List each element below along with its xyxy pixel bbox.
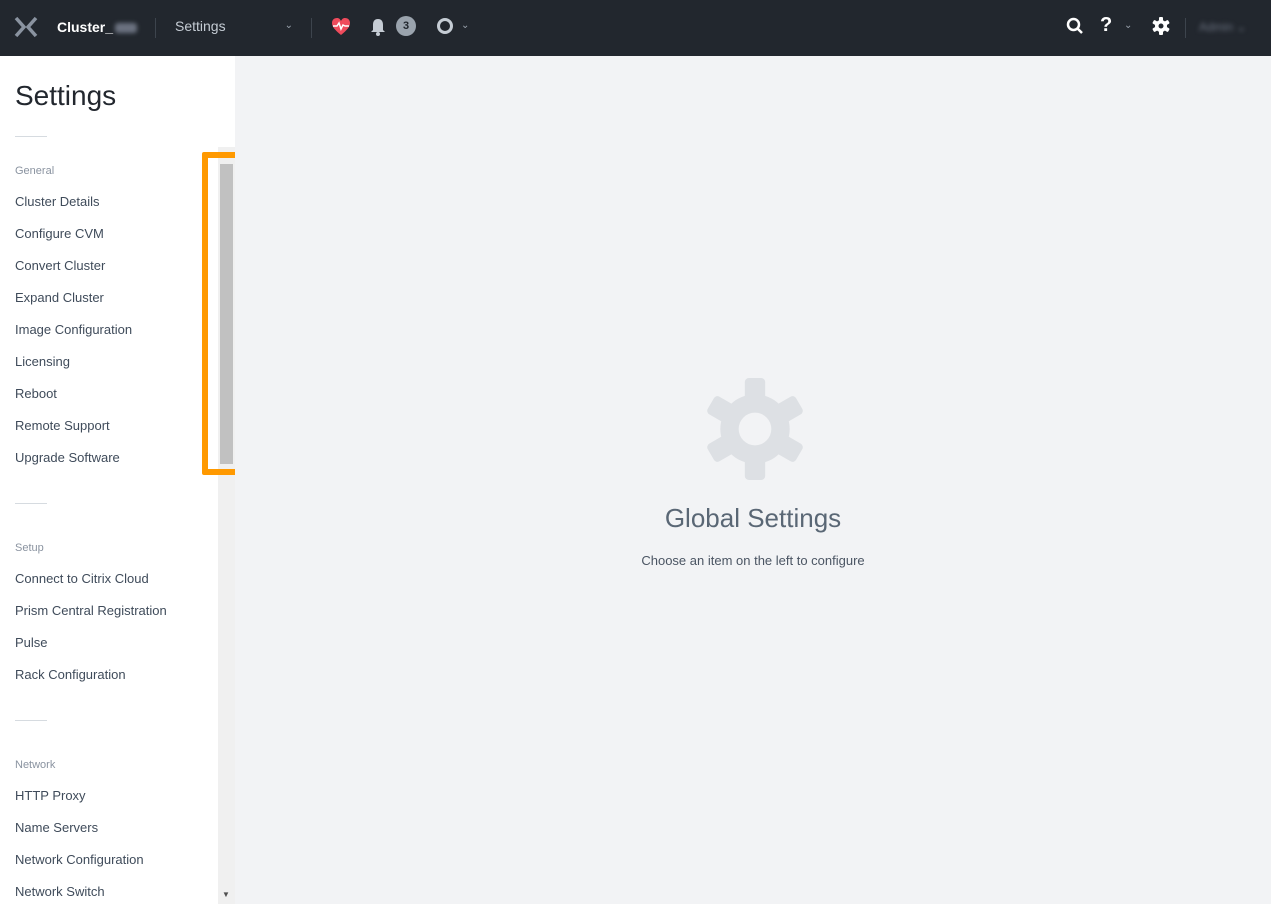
sidebar-item-network-switch[interactable]: Network Switch: [15, 884, 105, 899]
page-title: Settings: [15, 80, 117, 111]
sidebar-item-configure-cvm[interactable]: Configure CVM: [15, 226, 104, 241]
gear-icon[interactable]: [1151, 16, 1171, 36]
empty-state-subtitle: Choose an item on the left to configure: [641, 553, 865, 568]
sidebar-item-cluster-details[interactable]: Cluster Details: [15, 194, 100, 209]
sidebar-item-upgrade-software[interactable]: Upgrade Software: [15, 450, 120, 465]
cluster-name-text: Cluster_: [57, 19, 114, 35]
sidebar-item-licensing[interactable]: Licensing: [15, 354, 70, 369]
cluster-name[interactable]: Cluster_: [57, 19, 138, 35]
search-icon[interactable]: [1066, 17, 1084, 35]
chevron-down-icon: ⌄: [284, 20, 293, 31]
cluster-name-redacted: [115, 23, 138, 34]
section-label-setup: Setup: [15, 542, 44, 554]
question-icon[interactable]: ?: [1100, 14, 1112, 37]
main-nav-dropdown[interactable]: Settings ⌄: [175, 18, 295, 38]
sidebar-item-pulse[interactable]: Pulse: [15, 635, 48, 650]
chevron-down-icon[interactable]: ⌄: [1124, 20, 1132, 31]
gear-icon: [707, 378, 803, 480]
user-name: Admin: [1199, 20, 1234, 34]
section-divider: [15, 720, 47, 721]
header-divider: [155, 18, 156, 38]
sidebar-item-connect-citrix-cloud[interactable]: Connect to Citrix Cloud: [15, 571, 149, 586]
section-divider: [15, 136, 47, 137]
top-navigation-bar: Cluster_ Settings ⌄ 3 ⌄ ? ⌄ Admin ⌄: [0, 0, 1271, 56]
settings-sidebar: Settings General Cluster Details Configu…: [0, 56, 235, 904]
sidebar-item-prism-central-registration[interactable]: Prism Central Registration: [15, 603, 167, 618]
section-label-network: Network: [15, 759, 56, 771]
sidebar-item-remote-support[interactable]: Remote Support: [15, 418, 110, 433]
alerts-count-badge[interactable]: 3: [396, 16, 416, 36]
sidebar-item-network-configuration[interactable]: Network Configuration: [15, 852, 144, 867]
section-label-general: General: [15, 165, 55, 177]
main-content: Global Settings Choose an item on the le…: [235, 56, 1271, 904]
sidebar-item-http-proxy[interactable]: HTTP Proxy: [15, 788, 86, 803]
sidebar-item-rack-configuration[interactable]: Rack Configuration: [15, 667, 126, 682]
sidebar-item-reboot[interactable]: Reboot: [15, 386, 57, 401]
sidebar-item-image-configuration[interactable]: Image Configuration: [15, 322, 132, 337]
nutanix-x-logo-icon[interactable]: [14, 16, 38, 38]
sidebar-item-name-servers[interactable]: Name Servers: [15, 820, 98, 835]
sidebar-item-expand-cluster[interactable]: Expand Cluster: [15, 290, 104, 305]
scrollbar-highlight-box: [202, 152, 235, 475]
scroll-down-arrow-icon[interactable]: ▼: [222, 890, 230, 899]
circle-icon[interactable]: [436, 17, 454, 35]
chevron-down-icon[interactable]: ⌄: [461, 20, 469, 31]
sidebar-item-convert-cluster[interactable]: Convert Cluster: [15, 258, 105, 273]
header-divider: [311, 18, 312, 38]
user-menu[interactable]: Admin ⌄: [1199, 20, 1246, 34]
bell-icon[interactable]: [369, 17, 387, 37]
main-nav-label: Settings: [175, 18, 226, 34]
section-divider: [15, 503, 47, 504]
header-divider: [1185, 18, 1186, 38]
heart-pulse-icon[interactable]: [330, 16, 352, 38]
empty-state-title: Global Settings: [664, 503, 842, 533]
